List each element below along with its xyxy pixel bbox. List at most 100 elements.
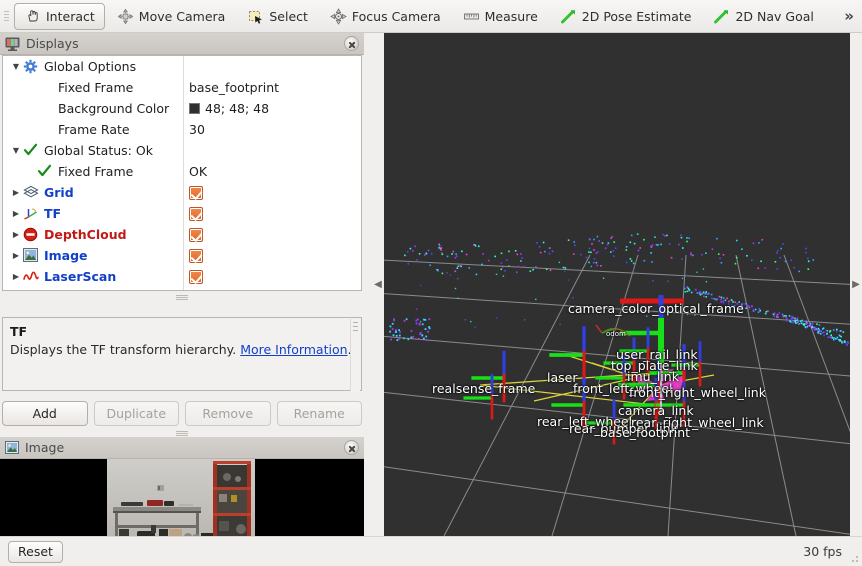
display-row-label: Global Status: Ok [44, 143, 153, 158]
left-dock: Displays ▼ Global Options Fixed Frame base_… [0, 33, 364, 566]
toolbar-button-label: Move Camera [138, 8, 226, 24]
toolbar-button-2d-pose-estimate[interactable]: 2D Pose Estimate [550, 3, 702, 30]
display-row-label: Fixed Frame [58, 80, 134, 95]
display-row-global-status-ok[interactable]: ▼ Global Status: Ok [3, 140, 361, 161]
display-row-value: OK [189, 164, 207, 179]
display-row-label: DepthCloud [44, 227, 127, 242]
display-row-background-color[interactable]: Background Color 48; 48; 48 [3, 98, 361, 119]
toolbar-overflow-button[interactable]: » [844, 7, 862, 25]
expander-open-icon[interactable]: ▼ [9, 146, 23, 155]
display-row-label: Grid [44, 185, 74, 200]
displays-tree[interactable]: ▼ Global Options Fixed Frame base_footprint… [2, 55, 362, 291]
tf-frame-label: base_footprint [600, 425, 691, 440]
displays-button-row: Add Duplicate Remove Rename [2, 401, 362, 426]
display-row-label: Global Options [44, 59, 137, 74]
more-information-link[interactable]: More Information [240, 342, 347, 357]
tf-frame-label: odom [606, 330, 626, 338]
display-row-value [189, 269, 203, 284]
toolbar-button-label: Measure [484, 8, 538, 24]
remove-button: Remove [185, 401, 271, 426]
tf-axes-icon [23, 206, 40, 221]
display-row-fixed-frame[interactable]: Fixed Frame OK [3, 161, 361, 182]
expander-closed-icon[interactable]: ▶ [9, 209, 23, 218]
grid-icon [23, 185, 40, 200]
gear-icon [23, 59, 40, 74]
value-text: 48; 48; 48 [205, 101, 270, 116]
monitor-icon [5, 37, 20, 51]
value-text: 30 [189, 122, 205, 137]
expander-closed-icon[interactable]: ▶ [9, 272, 23, 281]
image-panel-header: Image [0, 437, 364, 459]
value-text: base_footprint [189, 80, 280, 95]
expander-closed-icon[interactable]: ▶ [9, 251, 23, 260]
laserscan-icon [23, 269, 40, 284]
right-dock-expand-arrow[interactable]: ▶ [850, 33, 862, 536]
display-row-value [189, 248, 203, 263]
display-row-value: 30 [189, 122, 205, 137]
check-icon [23, 143, 40, 158]
row-icon-spacer [37, 80, 54, 95]
display-row-value [189, 206, 203, 221]
display-row-value [189, 227, 203, 242]
toolbar-button-select[interactable]: Select [237, 3, 318, 30]
display-row-label: Image [44, 248, 88, 263]
display-row-value: 48; 48; 48 [189, 101, 269, 116]
fps-indicator: 30 fps [803, 544, 842, 559]
display-row-label: Frame Rate [58, 122, 130, 137]
status-bar: Reset 30 fps [0, 536, 862, 566]
close-icon[interactable] [344, 440, 359, 455]
toolbar-button-move-camera[interactable]: Move Camera [107, 3, 236, 30]
3d-render-view[interactable]: camera_color_optical_frame realsense_fram… [384, 33, 862, 536]
resize-grip[interactable] [848, 552, 860, 564]
toolbar-button-focus-camera[interactable]: Focus Camera [320, 3, 451, 30]
display-description: TF Displays the TF transform hierarchy. … [2, 317, 362, 391]
description-scrollbar[interactable] [350, 319, 360, 391]
display-row-frame-rate[interactable]: Frame Rate 30 [3, 119, 361, 140]
visibility-checkbox[interactable] [189, 206, 203, 221]
image-icon [5, 441, 19, 454]
color-swatch[interactable] [189, 103, 200, 114]
toolbar-drag-handle[interactable] [2, 5, 11, 27]
visibility-checkbox[interactable] [189, 248, 203, 263]
toolbar-button-interact[interactable]: Interact [14, 2, 105, 30]
focus-camera-icon [330, 7, 347, 25]
image-panel-title: Image [25, 440, 65, 455]
ruler-icon [463, 8, 480, 25]
row-icon-spacer [37, 101, 54, 116]
tf-frame-label: realsense_frame [432, 381, 536, 396]
description-text: Displays the TF transform hierarchy. [10, 342, 241, 358]
duplicate-button: Duplicate [93, 401, 179, 426]
display-row-label: LaserScan [44, 269, 117, 284]
display-row-grid[interactable]: ▶ Grid [3, 182, 361, 203]
expander-closed-icon[interactable]: ▶ [9, 230, 23, 239]
display-row-depthcloud[interactable]: ▶ DepthCloud [3, 224, 361, 245]
display-row-value [189, 185, 203, 200]
display-row-laserscan[interactable]: ▶ LaserScan [3, 266, 361, 287]
display-row-tf[interactable]: ▶ TF [3, 203, 361, 224]
display-row-global-options[interactable]: ▼ Global Options [3, 56, 361, 77]
toolbar-button-label: Interact [46, 8, 95, 24]
add-button[interactable]: Add [2, 401, 88, 426]
move-camera-icon [117, 8, 134, 25]
tree-description-splitter[interactable] [2, 293, 362, 301]
visibility-checkbox[interactable] [189, 269, 203, 284]
display-row-image[interactable]: ▶ Image [3, 245, 361, 266]
rviz-window: Interact Move Camera Select Focus Camera Mea… [0, 0, 862, 566]
toolbar-button-measure[interactable]: Measure [453, 3, 548, 30]
visibility-checkbox[interactable] [189, 185, 203, 200]
error-icon [23, 227, 40, 242]
display-row-fixed-frame[interactable]: Fixed Frame base_footprint [3, 77, 361, 98]
left-dock-collapse-arrow[interactable]: ◀ [372, 33, 384, 536]
check-icon [37, 164, 54, 179]
expander-closed-icon[interactable]: ▶ [9, 188, 23, 197]
toolbar-button-2d-nav-goal[interactable]: 2D Nav Goal [703, 3, 823, 30]
display-row-value: base_footprint [189, 80, 279, 95]
visibility-checkbox[interactable] [189, 227, 203, 242]
hand-cursor-icon [24, 8, 41, 25]
reset-button[interactable]: Reset [8, 540, 63, 563]
displays-image-splitter[interactable] [2, 429, 362, 437]
tf-frame-label: imu_link [627, 369, 679, 384]
toolbar-button-label: Select [269, 8, 308, 24]
close-icon[interactable] [344, 36, 359, 51]
expander-open-icon[interactable]: ▼ [9, 62, 23, 71]
